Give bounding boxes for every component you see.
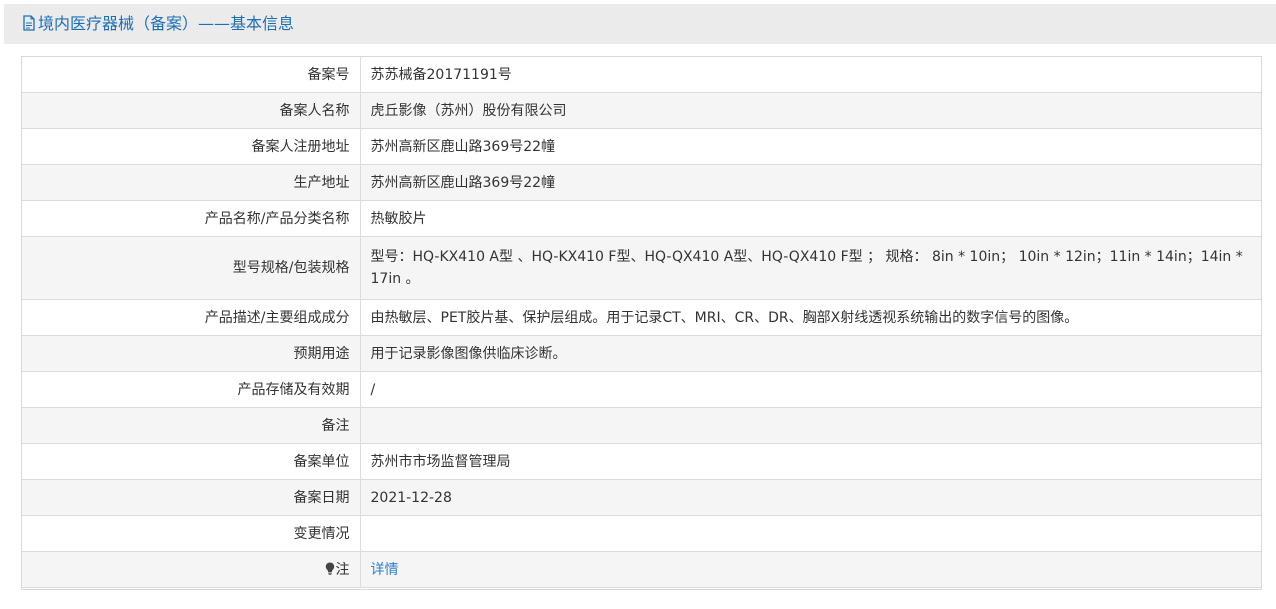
- table-row: 变更情况: [22, 515, 1261, 552]
- document-icon: [23, 15, 35, 31]
- title-bar: 境内医疗器械（备案）——基本信息: [4, 4, 1276, 44]
- page-title-text: 境内医疗器械（备案）——基本信息: [38, 14, 295, 33]
- table-row: 产品描述/主要组成成分 由热敏层、PET胶片基、保护层组成。用于记录CT、MRI…: [22, 299, 1261, 336]
- row-label: 产品名称/产品分类名称: [22, 200, 361, 237]
- row-value: 用于记录影像图像供临床诊断。: [359, 335, 1261, 372]
- table-row: 备案人名称 虎丘影像（苏州）股份有限公司: [22, 92, 1261, 129]
- row-label: 备案号: [22, 57, 361, 93]
- lightbulb-icon: [325, 562, 334, 575]
- row-label: 型号规格/包装规格: [22, 236, 361, 300]
- row-value: 2021-12-28: [359, 479, 1261, 516]
- row-label: 备注: [22, 407, 361, 444]
- row-label: 备案日期: [22, 479, 361, 516]
- table-row: 备案单位 苏州市市场监督管理局: [22, 443, 1261, 480]
- row-label: 备案人注册地址: [22, 128, 361, 165]
- note-label-text: 注: [335, 561, 350, 578]
- info-table: 备案号 苏苏械备20171191号 备案人名称 虎丘影像（苏州）股份有限公司 备…: [22, 57, 1261, 588]
- row-value: 苏州市市场监督管理局: [359, 443, 1261, 480]
- row-label: 生产地址: [22, 164, 361, 201]
- table-row: 备案人注册地址 苏州高新区鹿山路369号22幢: [22, 128, 1261, 165]
- table-row: 备注: [22, 407, 1261, 444]
- row-label: 备案人名称: [22, 92, 361, 129]
- row-label: 变更情况: [22, 515, 361, 552]
- row-value: [359, 515, 1261, 552]
- table-row: 备案日期 2021-12-28: [22, 479, 1261, 516]
- row-value: 由热敏层、PET胶片基、保护层组成。用于记录CT、MRI、CR、DR、胸部X射线…: [359, 299, 1261, 336]
- row-label: 预期用途: [22, 335, 361, 372]
- row-value: [359, 407, 1261, 444]
- table-row: 型号规格/包装规格 型号：HQ-KX410 A型 、HQ-KX410 F型、HQ…: [22, 236, 1261, 300]
- page-title: 境内医疗器械（备案）——基本信息: [22, 14, 294, 34]
- note-value: 详情: [359, 551, 1261, 588]
- table-row: 预期用途 用于记录影像图像供临床诊断。: [22, 335, 1261, 372]
- row-value: 苏州高新区鹿山路369号22幢: [359, 128, 1261, 165]
- row-value: 虎丘影像（苏州）股份有限公司: [359, 92, 1261, 129]
- note-row: 注 详情: [22, 551, 1261, 588]
- table-row: 备案号 苏苏械备20171191号: [22, 57, 1261, 93]
- row-label: 产品存储及有效期: [22, 371, 361, 408]
- table-row: 产品存储及有效期 /: [22, 371, 1261, 408]
- row-label: 产品描述/主要组成成分: [22, 299, 361, 336]
- details-link[interactable]: 详情: [371, 562, 399, 578]
- row-value: 热敏胶片: [359, 200, 1261, 237]
- table-row: 产品名称/产品分类名称 热敏胶片: [22, 200, 1261, 237]
- table-row: 生产地址 苏州高新区鹿山路369号22幢: [22, 164, 1261, 201]
- row-value: 苏苏械备20171191号: [359, 57, 1261, 93]
- row-label: 备案单位: [22, 443, 361, 480]
- row-value: 型号：HQ-KX410 A型 、HQ-KX410 F型、HQ-QX410 A型、…: [359, 236, 1261, 300]
- info-table-container: 备案号 苏苏械备20171191号 备案人名称 虎丘影像（苏州）股份有限公司 备…: [21, 56, 1262, 590]
- row-value: 苏州高新区鹿山路369号22幢: [359, 164, 1261, 201]
- row-value: /: [359, 371, 1261, 408]
- note-label: 注: [22, 551, 361, 588]
